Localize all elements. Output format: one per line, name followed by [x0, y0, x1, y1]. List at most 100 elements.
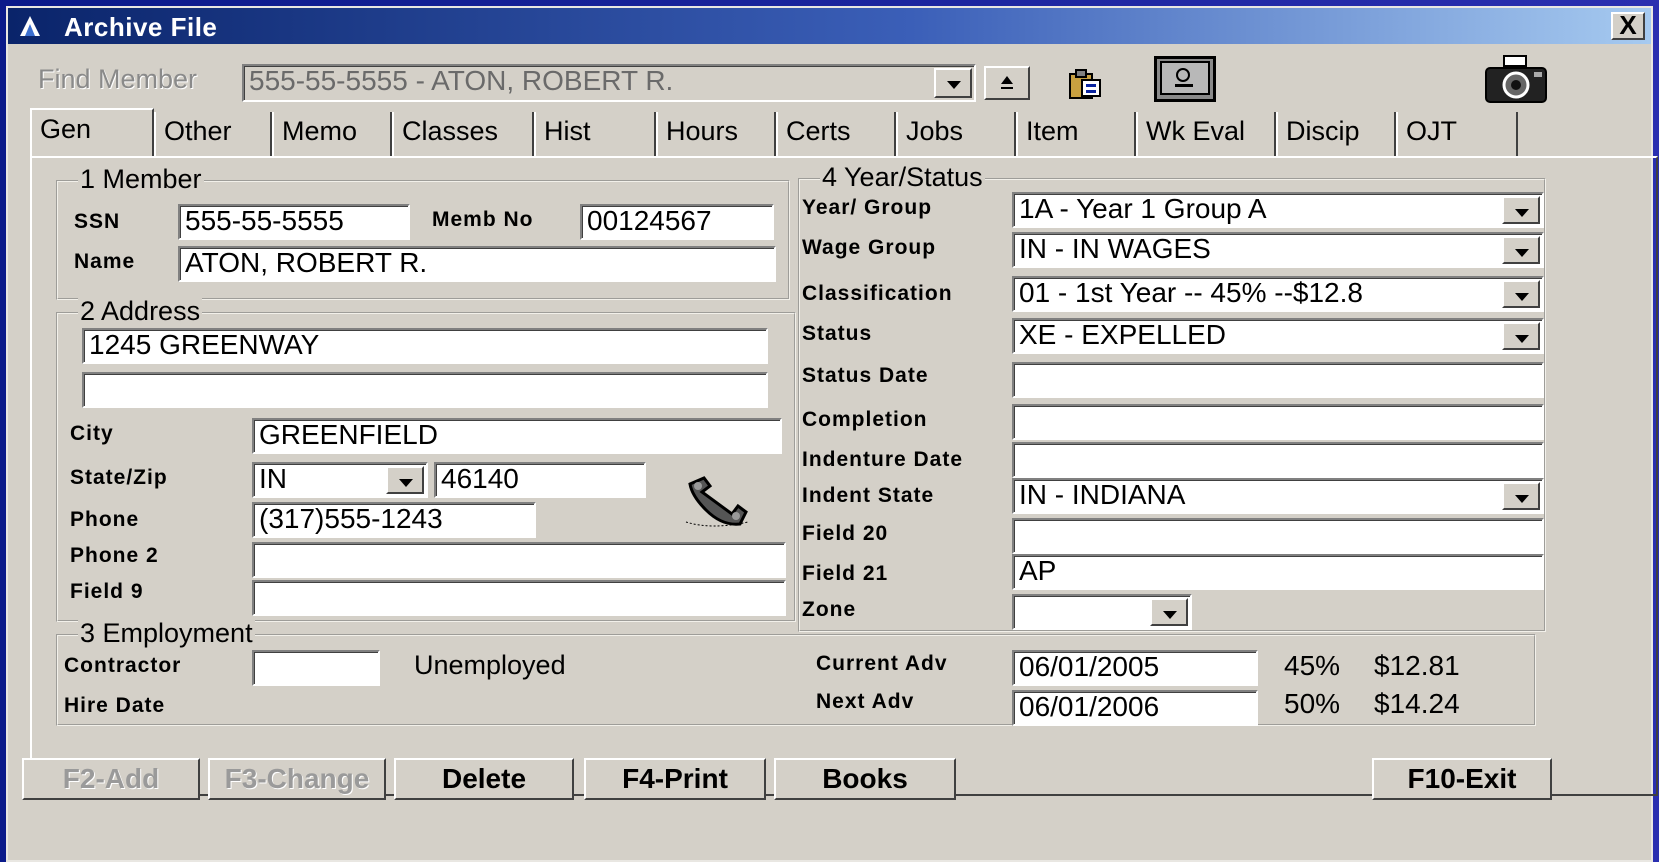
member-group — [56, 180, 790, 300]
current-adv-field[interactable]: 06/01/2005 — [1012, 650, 1258, 686]
indenture-date-field[interactable] — [1012, 442, 1544, 478]
title-bar[interactable]: Archive File X — [8, 8, 1651, 44]
field9-field[interactable] — [252, 580, 786, 616]
dropdown-arrow-icon[interactable] — [1502, 482, 1540, 510]
tab-other[interactable]: Other — [154, 112, 272, 156]
wage-group-select[interactable]: IN - IN WAGES — [1012, 232, 1544, 268]
city-label: City — [70, 422, 114, 445]
jump-up-button[interactable] — [984, 66, 1030, 100]
tab-hist[interactable]: Hist — [534, 112, 656, 156]
city-field[interactable]: GREENFIELD — [252, 418, 782, 454]
desktop-background: Archive File X Find Member 555-55-5555 -… — [0, 0, 1659, 862]
tab-gen[interactable]: Gen — [30, 108, 154, 156]
address-group-title: 2 Address — [78, 296, 203, 327]
tab-item-label: Item — [1026, 116, 1079, 146]
tab-hours[interactable]: Hours — [656, 112, 776, 156]
status-label: Status — [802, 322, 873, 345]
current-adv-rate: $12.81 — [1374, 650, 1460, 681]
tab-jobs[interactable]: Jobs — [896, 112, 1016, 156]
tab-item[interactable]: Item — [1016, 112, 1136, 156]
zip-field[interactable]: 46140 — [434, 462, 646, 498]
tab-gen-label: Gen — [40, 114, 92, 144]
dropdown-arrow-icon[interactable] — [934, 68, 972, 98]
books-button[interactable]: Books — [774, 758, 956, 800]
phone2-field[interactable] — [252, 542, 786, 578]
dropdown-arrow-icon[interactable] — [1502, 236, 1540, 264]
ssn-field[interactable]: 555-55-5555 — [178, 204, 410, 240]
classification-select[interactable]: 01 - 1st Year -- 45% --$12.8 — [1012, 276, 1544, 312]
dropdown-arrow-icon[interactable] — [386, 466, 424, 494]
next-adv-label: Next Adv — [816, 690, 915, 713]
employment-group-title: 3 Employment — [78, 618, 255, 649]
hire-date-label: Hire Date — [64, 694, 166, 717]
tab-wk-eval[interactable]: Wk Eval — [1136, 112, 1276, 156]
safe-icon — [1160, 61, 1210, 95]
close-icon[interactable]: X — [1611, 12, 1645, 40]
tab-jobs-label: Jobs — [906, 116, 964, 146]
camera-icon[interactable] — [1482, 54, 1550, 106]
exit-button[interactable]: F10-Exit — [1372, 758, 1552, 800]
phone-field[interactable]: (317)555-1243 — [252, 502, 536, 538]
tab-ojt[interactable]: OJT — [1396, 112, 1518, 156]
tab-discip[interactable]: Discip — [1276, 112, 1396, 156]
indent-state-select[interactable]: IN - INDIANA — [1012, 478, 1544, 514]
dropdown-arrow-icon[interactable] — [1502, 280, 1540, 308]
status-value: XE - EXPELLED — [1019, 319, 1226, 350]
change-button[interactable]: F3-Change — [208, 758, 386, 800]
field9-label: Field 9 — [70, 580, 144, 603]
archive-file-window: Archive File X Find Member 555-55-5555 -… — [6, 6, 1658, 862]
year-group-label: Year/ Group — [802, 196, 933, 219]
add-button[interactable]: F2-Add — [22, 758, 200, 800]
dropdown-arrow-icon[interactable] — [1150, 598, 1188, 626]
find-member-combo[interactable]: 555-55-5555 - ATON, ROBERT R. — [242, 64, 976, 102]
dropdown-arrow-icon[interactable] — [1502, 196, 1540, 224]
next-adv-percent: 50% — [1284, 688, 1341, 719]
tab-certs[interactable]: Certs — [776, 112, 896, 156]
field21-field[interactable]: AP — [1012, 554, 1544, 590]
field20-field[interactable] — [1012, 518, 1544, 554]
indenture-date-label: Indenture Date — [802, 448, 964, 471]
dropdown-arrow-icon[interactable] — [1502, 322, 1540, 350]
delete-button[interactable]: Delete — [394, 758, 574, 800]
year-group-select[interactable]: 1A - Year 1 Group A — [1012, 192, 1544, 228]
address-line1-field[interactable]: 1245 GREENWAY — [82, 328, 768, 364]
contractor-label: Contractor — [64, 654, 182, 677]
indent-state-value: IN - INDIANA — [1019, 479, 1186, 510]
employment-status: Unemployed — [414, 650, 566, 680]
zone-label: Zone — [802, 598, 857, 621]
field21-label: Field 21 — [802, 562, 889, 585]
phone-label: Phone — [70, 508, 140, 531]
status-select[interactable]: XE - EXPELLED — [1012, 318, 1544, 354]
field20-label: Field 20 — [802, 522, 889, 545]
tab-classes-label: Classes — [402, 116, 499, 146]
indent-state-label: Indent State — [802, 484, 935, 507]
safe-button[interactable] — [1154, 56, 1216, 102]
print-button[interactable]: F4-Print — [584, 758, 766, 800]
contractor-field[interactable] — [252, 650, 380, 686]
tab-hist-label: Hist — [544, 116, 591, 146]
zone-select[interactable] — [1012, 594, 1192, 630]
status-date-field[interactable] — [1012, 362, 1544, 398]
phone-handset-icon[interactable] — [682, 474, 754, 530]
year-group-value: 1A - Year 1 Group A — [1019, 193, 1267, 224]
completion-field[interactable] — [1012, 404, 1544, 440]
memb-no-label: Memb No — [432, 208, 534, 231]
current-adv-label: Current Adv — [816, 652, 948, 675]
find-member-value: 555-55-5555 - ATON, ROBERT R. — [249, 65, 674, 96]
jump-up-icon — [1001, 76, 1013, 89]
member-group-title: 1 Member — [78, 164, 204, 195]
memb-no-field[interactable]: 00124567 — [580, 204, 774, 240]
wage-group-value: IN - IN WAGES — [1019, 233, 1211, 264]
address-line2-field[interactable] — [82, 372, 768, 408]
tab-discip-label: Discip — [1286, 116, 1360, 146]
tab-classes[interactable]: Classes — [392, 112, 534, 156]
tab-memo[interactable]: Memo — [272, 112, 392, 156]
find-member-label: Find Member — [38, 64, 198, 94]
state-select[interactable]: IN — [252, 462, 428, 498]
state-value: IN — [259, 463, 287, 494]
clipboard-icon[interactable] — [1068, 68, 1104, 100]
ssn-label: SSN — [74, 210, 121, 233]
name-field[interactable]: ATON, ROBERT R. — [178, 246, 776, 282]
tab-hours-label: Hours — [666, 116, 739, 146]
next-adv-field[interactable]: 06/01/2006 — [1012, 690, 1258, 726]
